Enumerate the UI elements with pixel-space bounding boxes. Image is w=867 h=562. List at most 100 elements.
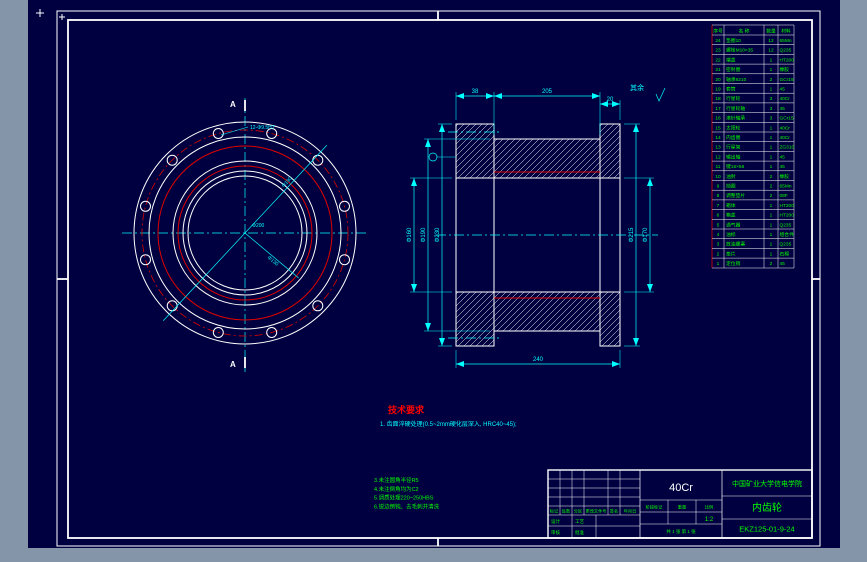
bom-cell-qty: 1: [770, 164, 773, 170]
bom-cell-material: 45: [780, 164, 786, 170]
tech-req-line1: 1. 齿面淬硬处理(0.5~2mm硬化层深入, HRC40~45);: [380, 420, 517, 428]
bom-cell-name: 端盖: [726, 56, 736, 63]
drawing-number: EKZ125-01-9-24: [739, 525, 794, 534]
bom-cell-material: 橡胶: [780, 173, 790, 180]
dim-ring-width: 20: [607, 97, 614, 103]
bom-cell-name: 放油螺塞: [726, 241, 745, 248]
dim-inner-diameter: Φ170: [643, 227, 649, 242]
bom-cell-material: HT200: [780, 213, 795, 219]
part-name: 内齿轮: [752, 501, 782, 514]
bom-cell-qty: 2: [770, 174, 773, 180]
bom-cell-no: 22: [715, 57, 721, 63]
sign-label-check: 审核: [551, 529, 560, 536]
rev-header-date: 年月日: [624, 508, 637, 515]
bom-cell-name: 输出轴: [726, 153, 741, 160]
rev-header-mark: 标记: [550, 508, 559, 515]
bom-cell-no: 20: [715, 77, 721, 83]
dim-flange-width: 38: [472, 89, 479, 95]
bom-cell-no: 15: [715, 125, 721, 131]
bom-header-material: 材料: [781, 28, 791, 35]
tech-req-title: 技术要求: [388, 404, 425, 415]
bom-cell-qty: 3: [770, 96, 773, 102]
bom-cell-name: 行星轮: [726, 95, 741, 102]
bom-cell-name: 通气器: [726, 221, 741, 228]
bom-cell-name: 箱体: [726, 202, 736, 209]
bom-cell-name: 油封: [726, 173, 736, 180]
surface-note: 其余: [630, 83, 644, 92]
bom-cell-qty: 3: [770, 106, 773, 112]
scale-value: 1:2: [705, 517, 714, 523]
bom-cell-name: 垫圈10: [726, 37, 741, 44]
bom-cell-no: 19: [715, 87, 721, 93]
dim-ring-diameter: Φ215: [629, 227, 635, 242]
bom-cell-qty: 1: [770, 154, 773, 160]
bom-cell-material: GCr15: [780, 116, 794, 122]
note-line: 5.调质处理220~250HBS: [374, 494, 434, 502]
bom-cell-qty: 1: [770, 213, 773, 219]
bom-cell-material: 45: [780, 154, 786, 160]
company-name: 中国矿业大学信电学院: [732, 479, 802, 488]
sign-label-approve: 批准: [575, 529, 584, 536]
bom-cell-qty: 1: [770, 232, 773, 238]
info-scale-label: 比例: [705, 504, 713, 511]
bom-cell-material: ZG310: [780, 145, 795, 151]
bom-cell-no: 8: [717, 193, 720, 199]
bom-cell-name: 滚针轴承: [726, 115, 745, 122]
bom-cell-name: 螺栓M10×35: [726, 47, 753, 54]
bom-cell-qty: 1: [770, 87, 773, 93]
bom-cell-material: 45: [780, 106, 786, 112]
bom-cell-name: 垫片: [726, 250, 736, 257]
bom-cell-qty: 1: [770, 242, 773, 248]
bom-cell-qty: 1: [770, 67, 773, 73]
bom-cell-name: 密封圈: [726, 66, 741, 73]
cad-window: 12-Φ9.5H7 Φ190 Φ130 Φ200 A A 205 38 20 2…: [0, 0, 867, 562]
bom-cell-no: 12: [715, 154, 721, 160]
bom-cell-material: Q235: [780, 222, 792, 228]
bom-cell-qty: 12: [768, 48, 774, 54]
bom-cell-name: 挡圈: [726, 183, 736, 190]
bom-cell-no: 1: [717, 261, 720, 267]
bom-cell-material: HT200: [780, 57, 795, 63]
bom-cell-material: 橡胶: [780, 66, 790, 73]
bom-cell-no: 11: [716, 164, 721, 170]
bom-cell-name: 调整垫片: [726, 192, 745, 199]
bom-cell-name: 轴承6210: [726, 76, 747, 83]
bom-cell-material: 65Mn: [780, 38, 792, 44]
bom-cell-qty: 1: [770, 251, 773, 257]
bom-cell-name: 行星架: [726, 144, 741, 151]
bom-cell-no: 18: [715, 96, 721, 102]
dim-outer-diameter: Φ230: [435, 227, 441, 242]
bom-cell-name: 套筒: [726, 86, 736, 93]
bom-cell-material: 40Cr: [780, 135, 791, 141]
bom-cell-no: 21: [715, 67, 721, 73]
bom-cell-name: 键16×56: [726, 163, 745, 170]
bom-cell-material: 65Mn: [780, 184, 792, 190]
rev-header-zone: 分区: [574, 508, 582, 515]
bom-cell-material: Q235: [780, 242, 792, 248]
bom-cell-qty: 1: [770, 203, 773, 209]
info-stage-label: 阶段标记: [646, 504, 664, 511]
sheet-count: 共 1 张 第 1 张: [666, 528, 696, 535]
bom-cell-no: 10: [715, 174, 721, 180]
note-line: 6.锐边倒钝、去毛刺并清洗: [374, 502, 440, 510]
section-label-top: A: [230, 100, 236, 109]
dim-label-holes: 12-Φ9.5H7: [250, 125, 275, 131]
bom-cell-name: 油标: [726, 231, 736, 238]
bom-cell-name: 内齿圈: [726, 134, 741, 141]
bom-cell-name: 行星轮轴: [726, 105, 745, 112]
bom-cell-no: 13: [715, 145, 721, 151]
bom-cell-no: 9: [717, 184, 720, 190]
bom-cell-qty: 1: [770, 222, 773, 228]
bom-cell-material: 石棉: [780, 250, 790, 257]
sign-label-process: 工艺: [575, 519, 584, 524]
bom-cell-qty: 12: [768, 38, 774, 44]
bom-cell-no: 24: [715, 38, 721, 44]
bom-cell-qty: 1: [770, 125, 773, 131]
cad-canvas[interactable]: 12-Φ9.5H7 Φ190 Φ130 Φ200 A A 205 38 20 2…: [0, 0, 867, 562]
note-line: 4.未注倒角均为C2: [374, 485, 419, 493]
bom-cell-material: 45: [780, 261, 786, 267]
section-label-bottom: A: [230, 360, 236, 369]
dim-body-diameter: Φ190: [421, 227, 427, 242]
sign-label-design: 设计: [551, 518, 560, 525]
bom-cell-qty: 2: [770, 261, 773, 267]
